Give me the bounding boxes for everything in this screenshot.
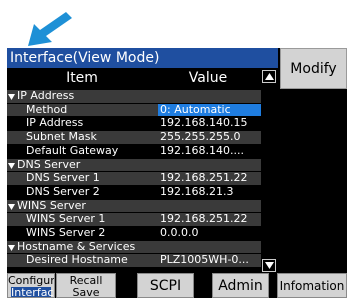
setting-row[interactable]: Subnet Mask 255.255.255.0 xyxy=(7,131,261,144)
group-label: IP Address xyxy=(17,90,75,102)
triangle-up-icon xyxy=(265,73,274,80)
scpi-button[interactable]: SCPI xyxy=(137,273,194,298)
setting-label: Subnet Mask xyxy=(26,130,97,144)
selected-setting-value: 0: Automatic xyxy=(158,103,261,117)
item-column-header: Item xyxy=(7,68,157,89)
setting-label: WINS Server 2 xyxy=(26,226,106,239)
group-row[interactable]: WINS Server xyxy=(7,198,261,213)
setting-value: 192.168.140.... xyxy=(160,144,244,157)
group-label: DNS Server xyxy=(17,157,81,171)
scroll-up-button[interactable] xyxy=(262,70,276,83)
setting-value: 192.168.251.22 xyxy=(160,213,248,226)
group-label: WINS Server xyxy=(17,198,86,212)
expand-triangle-icon xyxy=(8,203,15,210)
setting-row[interactable]: DNS Server 2 192.168.21.3 xyxy=(7,184,261,199)
setting-label: DNS Server 1 xyxy=(26,171,100,185)
group-label: Hostname & Services xyxy=(17,239,136,253)
expand-triangle-icon xyxy=(8,162,15,169)
setting-label: DNS Server 2 xyxy=(26,184,100,198)
setting-label: Desired Hostname xyxy=(26,253,128,267)
admin-button[interactable]: Admin xyxy=(212,273,269,298)
configure-line1: Configure xyxy=(8,274,55,287)
group-row[interactable]: IP Address xyxy=(7,90,261,103)
setting-row[interactable]: Method 0: Automatic xyxy=(7,102,261,117)
settings-table: IP Address Method 0: Automatic IP Address 19… xyxy=(7,90,261,269)
setting-row[interactable]: WINS Server 1 192.168.251.22 xyxy=(7,213,261,226)
value-column-header: Value xyxy=(157,68,259,89)
configure-interface-button[interactable]: Configure Interface xyxy=(7,273,55,298)
group-row[interactable]: DNS Server xyxy=(7,157,261,171)
modify-button[interactable]: Modify xyxy=(280,48,347,89)
recall-line1: Recall xyxy=(69,274,103,287)
expand-triangle-icon xyxy=(8,94,15,100)
pointer-arrow-icon xyxy=(28,12,72,46)
setting-label: WINS Server 1 xyxy=(26,212,106,226)
setting-value: 192.168.251.22 xyxy=(160,172,248,185)
group-row[interactable]: Hostname & Services xyxy=(7,239,261,254)
setting-label: Method xyxy=(26,102,68,116)
setting-row[interactable]: Default Gateway 192.168.140.... xyxy=(7,143,261,158)
window-title: Interface(View Mode) xyxy=(7,48,278,68)
information-button[interactable]: Infomation xyxy=(277,273,347,298)
setting-label: Default Gateway xyxy=(26,143,119,157)
bottom-menu-bar: Configure Interface Recall Save SCPI Adm… xyxy=(7,273,347,298)
setting-value: 0.0.0.0 xyxy=(160,227,199,239)
recall-save-button[interactable]: Recall Save xyxy=(56,273,116,298)
triangle-down-icon xyxy=(265,262,274,269)
expand-triangle-icon xyxy=(8,244,15,251)
recall-line2: Save xyxy=(72,285,100,298)
setting-value: 192.168.21.3 xyxy=(160,185,234,198)
setting-value: 255.255.255.0 xyxy=(160,131,241,144)
instrument-screen: Interface(View Mode) Modify Item Value I… xyxy=(7,48,347,298)
scrollbar[interactable] xyxy=(262,68,276,274)
setting-label: IP Address xyxy=(26,116,84,130)
setting-row[interactable]: Desired Hostname PLZ1005WH-0... xyxy=(7,254,261,267)
configure-line2: Interface xyxy=(11,285,54,298)
setting-row[interactable]: WINS Server 2 0.0.0.0 xyxy=(7,226,261,240)
scroll-down-button[interactable] xyxy=(262,259,276,272)
setting-row[interactable]: DNS Server 1 192.168.251.22 xyxy=(7,172,261,185)
setting-row[interactable]: IP Address 192.168.140.15 xyxy=(7,117,261,130)
setting-value: PLZ1005WH-0... xyxy=(160,254,249,267)
setting-value: 192.168.140.15 xyxy=(160,117,248,130)
